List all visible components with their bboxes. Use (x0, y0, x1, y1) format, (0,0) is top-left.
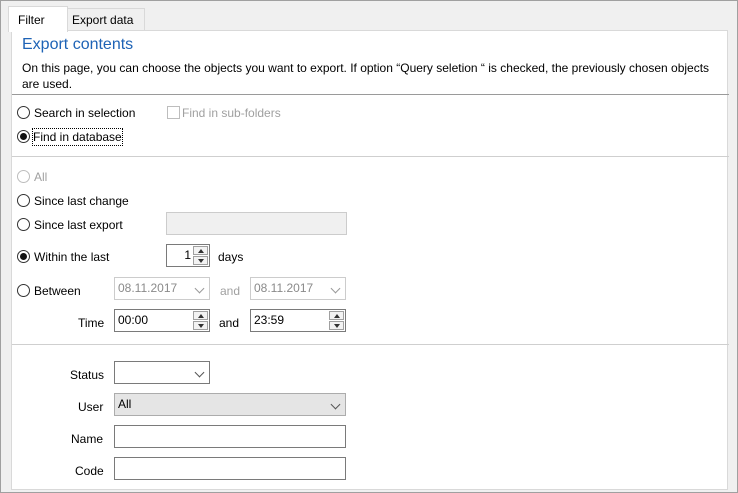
time-from-value: 00:00 (118, 313, 149, 327)
spin-down-icon[interactable] (193, 321, 208, 330)
spin-down-icon[interactable] (329, 321, 344, 330)
within-days-stepper[interactable]: 1 (166, 244, 210, 267)
export-dialog: Filter Export data Export contents On th… (0, 0, 738, 493)
between-and-label: and (220, 284, 241, 298)
chevron-down-icon (194, 367, 205, 378)
search-in-selection-radio[interactable] (17, 106, 30, 119)
between-to-date[interactable]: 08.11.2017 (250, 277, 346, 300)
between-radio[interactable] (17, 284, 30, 297)
all-label: All (34, 170, 48, 184)
within-days-value: 1 (184, 248, 191, 262)
time-to-field[interactable]: 23:59 (250, 309, 346, 332)
user-value: All (118, 397, 132, 411)
between-label[interactable]: Between (34, 283, 81, 299)
spin-down-icon[interactable] (193, 256, 208, 265)
status-label: Status (70, 368, 105, 382)
find-in-subfolders-checkbox[interactable] (167, 106, 180, 119)
since-last-export-field (166, 212, 347, 235)
tab-filter[interactable]: Filter (8, 6, 68, 32)
tab-export-data[interactable]: Export data (67, 8, 145, 31)
within-the-last-label[interactable]: Within the last (34, 249, 109, 265)
between-to-value: 08.11.2017 (254, 281, 314, 295)
code-field[interactable] (114, 457, 346, 480)
find-in-subfolders-label: Find in sub-folders (182, 106, 281, 120)
name-field[interactable] (114, 425, 346, 448)
within-days-spin[interactable] (193, 246, 208, 265)
chevron-down-icon (330, 399, 341, 410)
time-from-field[interactable]: 00:00 (114, 309, 210, 332)
time-and-label: and (219, 316, 240, 330)
status-select[interactable] (114, 361, 210, 384)
since-last-change-label[interactable]: Since last change (34, 193, 129, 209)
search-in-selection-label[interactable]: Search in selection (34, 105, 135, 121)
user-select[interactable]: All (114, 393, 346, 416)
time-to-value: 23:59 (254, 313, 285, 327)
header-divider (12, 94, 729, 95)
since-last-export-radio[interactable] (17, 218, 30, 231)
spin-up-icon[interactable] (193, 311, 208, 320)
page-description: On this page, you can choose the objects… (22, 61, 710, 91)
days-label: days (218, 250, 244, 264)
time-label: Time (78, 316, 105, 330)
between-from-date[interactable]: 08.11.2017 (114, 277, 210, 300)
spin-up-icon[interactable] (329, 311, 344, 320)
chevron-down-icon (194, 283, 205, 294)
time-to-spin[interactable] (329, 311, 344, 330)
find-in-database-label[interactable]: Find in database (32, 128, 123, 146)
between-from-value: 08.11.2017 (118, 281, 178, 295)
name-label: Name (71, 432, 104, 446)
tab-export-data-label: Export data (72, 13, 134, 27)
chevron-down-icon (330, 283, 341, 294)
user-label: User (78, 400, 104, 414)
since-last-change-radio[interactable] (17, 194, 30, 207)
since-last-export-label[interactable]: Since last export (34, 217, 123, 233)
code-label: Code (75, 464, 104, 478)
time-from-spin[interactable] (193, 311, 208, 330)
page-title: Export contents (22, 36, 134, 53)
time-divider (12, 344, 729, 345)
spin-up-icon[interactable] (193, 246, 208, 255)
filter-panel: Export contents On this page, you can ch… (11, 30, 729, 490)
tab-filter-label: Filter (18, 13, 45, 27)
find-in-database-radio[interactable] (17, 130, 30, 143)
all-radio[interactable] (17, 170, 30, 183)
within-the-last-radio[interactable] (17, 250, 30, 263)
scope-divider (12, 156, 729, 157)
